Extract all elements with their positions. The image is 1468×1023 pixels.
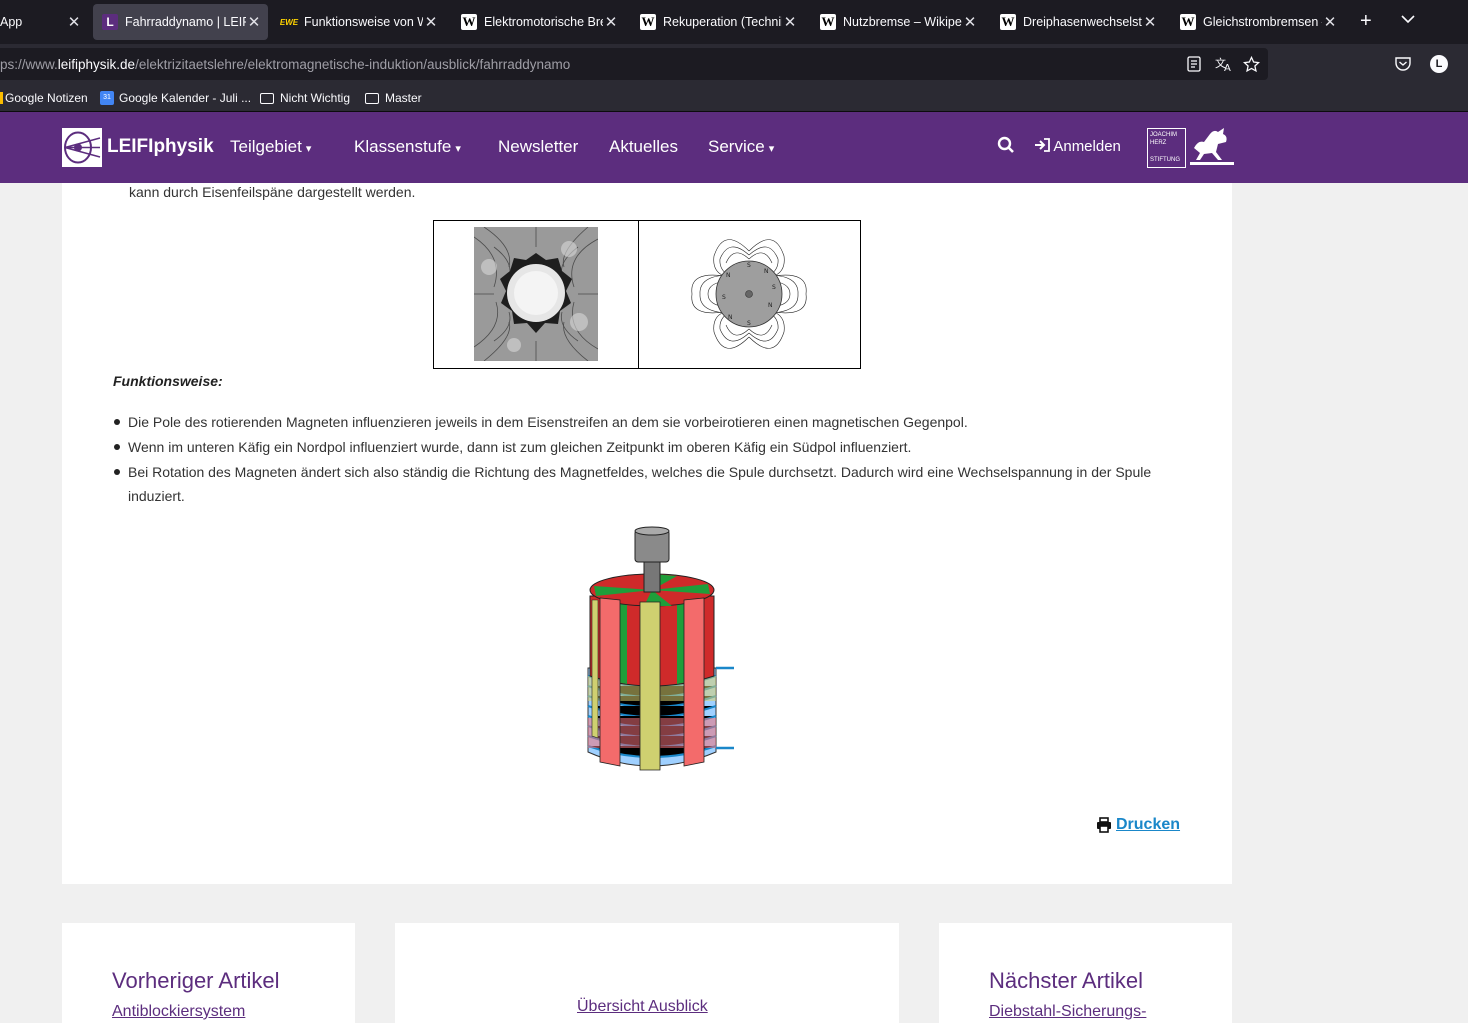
previous-article-title: Vorheriger Artikel (112, 968, 280, 993)
nav-newsletter[interactable]: Newsletter (498, 137, 578, 157)
wikipedia-icon: W (1000, 14, 1016, 30)
horse-logo-icon (1190, 126, 1234, 171)
next-article-card: Nächster Artikel Diebstahl-Sicherungs- (939, 923, 1232, 1023)
svg-text:N: N (728, 314, 733, 321)
bookmark-nicht-wichtig[interactable]: Nicht Wichtig (260, 91, 350, 105)
folder-icon (260, 92, 274, 104)
new-tab-button[interactable]: + (1360, 10, 1372, 33)
nav-aktuelles[interactable]: Aktuelles (609, 137, 678, 157)
magnet-field-lines-diagram: S N S N S N S N (684, 231, 814, 362)
chevron-down-icon: ▾ (305, 143, 312, 155)
article-content: kann durch Eisenfeilspäne dargestellt we… (62, 183, 1232, 884)
wikipedia-icon: W (640, 14, 656, 30)
tab-gleichstrombremsen[interactable]: W Gleichstrombremsen – ✕ (1172, 4, 1344, 40)
search-icon[interactable] (997, 136, 1015, 159)
folder-icon (365, 92, 379, 104)
ewe-icon: EWE (279, 17, 299, 27)
nav-klassenstufe[interactable]: Klassenstufe ▾ (354, 137, 461, 157)
google-keep-icon (0, 92, 3, 104)
reader-view-icon[interactable] (1187, 56, 1201, 76)
site-logo-text[interactable]: LEIFIphysik (107, 136, 214, 158)
close-icon[interactable]: ✕ (603, 13, 619, 31)
section-title-funktionsweise: Funktionsweise: (113, 373, 223, 389)
url-bar[interactable]: ps://www.leifiphysik.de/elektrizitaetsle… (0, 48, 1268, 80)
svg-text:S: S (747, 320, 751, 327)
browser-nav-bar: ps://www.leifiphysik.de/elektrizitaetsle… (0, 44, 1468, 84)
tab-title: Funktionsweise von Wirbelstrombremse (304, 15, 423, 29)
svg-text:N: N (726, 272, 731, 279)
translate-icon[interactable]: 文A (1215, 56, 1233, 76)
tab-title: Elektromotorische Bremse (484, 15, 603, 29)
overview-card: Übersicht Ausblick (395, 923, 899, 1023)
svg-text:S: S (772, 284, 776, 291)
close-icon[interactable]: ✕ (66, 13, 82, 31)
bullet-list: Die Pole des rotierenden Magneten influe… (113, 410, 1173, 509)
site-header: LEIFIphysik Teilgebiet ▾ Klassenstufe ▾ Ne… (0, 112, 1468, 183)
list-item: Die Pole des rotierenden Magneten influe… (113, 410, 1173, 434)
bookmark-star-icon[interactable] (1242, 55, 1261, 77)
nav-service[interactable]: Service ▾ (708, 137, 774, 157)
wikipedia-icon: W (461, 14, 477, 30)
wikipedia-icon: W (1180, 14, 1196, 30)
svg-text:N: N (768, 302, 773, 309)
previous-article-card: Vorheriger Artikel Antiblockiersystem (62, 923, 355, 1023)
nav-teilgebiet[interactable]: Teilgebiet ▾ (230, 137, 311, 157)
list-item: Bei Rotation des Magneten ändert sich al… (113, 460, 1173, 508)
svg-text:S: S (722, 294, 726, 301)
table-divider (638, 221, 639, 368)
close-icon[interactable]: ✕ (782, 13, 798, 31)
leifi-logo-icon[interactable] (62, 128, 102, 167)
tab-fahrraddynamo[interactable]: L Fahrraddynamo | LEIFIphysik ✕ (93, 4, 268, 40)
chevron-down-icon: ▾ (455, 143, 461, 155)
close-icon[interactable]: ✕ (1322, 13, 1338, 31)
tab-title: App (0, 15, 23, 29)
bookmarks-toolbar: Google Notizen 31 Google Kalender - Juli… (0, 84, 1468, 112)
magnet-image-table: S N S N S N S N (433, 220, 861, 369)
iron-filings-image (473, 226, 599, 362)
tab-elektromotorische-bremse[interactable]: W Elektromotorische Bremse ✕ (453, 4, 625, 40)
bookmark-master[interactable]: Master (365, 91, 422, 105)
next-article-title: Nächster Artikel (989, 968, 1144, 993)
tab-dreiphasenwechselstrom[interactable]: W Dreiphasenwechselstrom ✕ (992, 4, 1164, 40)
close-icon[interactable]: ✕ (1142, 13, 1158, 31)
tab-title: Gleichstrombremsen – (1203, 15, 1322, 29)
login-link[interactable]: Anmelden (1034, 138, 1121, 155)
printer-icon (1097, 817, 1111, 833)
dynamo-diagram (582, 526, 742, 779)
google-calendar-icon: 31 (100, 91, 114, 105)
print-link[interactable]: Drucken (1096, 816, 1180, 834)
close-icon[interactable]: ✕ (423, 13, 439, 31)
pocket-icon[interactable] (1395, 56, 1411, 75)
next-article-link[interactable]: Diebstahl-Sicherungs- (989, 1003, 1146, 1021)
close-icon[interactable]: ✕ (246, 13, 262, 31)
tab-title: Dreiphasenwechselstrom (1023, 15, 1142, 29)
tab-app[interactable]: App ✕ (0, 4, 88, 40)
wikipedia-icon: W (820, 14, 836, 30)
bookmark-google-kalender[interactable]: 31 Google Kalender - Juli ... (100, 91, 251, 105)
svg-text:N: N (764, 268, 769, 275)
svg-text:A: A (1224, 63, 1231, 72)
tab-list-chevron-icon[interactable] (1400, 10, 1416, 33)
print-link-text[interactable]: Drucken (1116, 816, 1180, 834)
bookmark-google-notizen[interactable]: Google Notizen (0, 91, 88, 105)
tab-nutzbremse[interactable]: W Nutzbremse – Wikipedia ✕ (812, 4, 984, 40)
overview-link[interactable]: Übersicht Ausblick (577, 998, 708, 1016)
list-item: Wenn im unteren Käfig ein Nordpol influe… (113, 435, 1173, 459)
chevron-down-icon: ▾ (768, 143, 775, 155)
joachim-herz-stiftung-logo[interactable]: JOACHIM HERZ STIFTUNG (1147, 128, 1186, 168)
previous-article-link[interactable]: Antiblockiersystem (112, 1003, 245, 1021)
tab-rekuperation[interactable]: W Rekuperation (Technik) ✕ (632, 4, 804, 40)
browser-tab-bar: App ✕ L Fahrraddynamo | LEIFIphysik ✕ EW… (0, 0, 1468, 44)
tab-title: Rekuperation (Technik) (663, 15, 782, 29)
tab-funktionsweise[interactable]: EWE Funktionsweise von Wirbelstrombremse… (273, 4, 445, 40)
sign-in-icon (1035, 138, 1050, 152)
url-text[interactable]: ps://www.leifiphysik.de/elektrizitaetsle… (0, 57, 570, 72)
intro-text: kann durch Eisenfeilspäne dargestellt we… (129, 184, 416, 200)
profile-avatar[interactable]: L (1430, 55, 1448, 73)
svg-text:S: S (747, 262, 751, 269)
leifi-icon: L (102, 14, 118, 30)
tab-title: Fahrraddynamo | LEIFIphysik (125, 15, 246, 29)
tab-title: Nutzbremse – Wikipedia (843, 15, 962, 29)
close-icon[interactable]: ✕ (962, 13, 978, 31)
